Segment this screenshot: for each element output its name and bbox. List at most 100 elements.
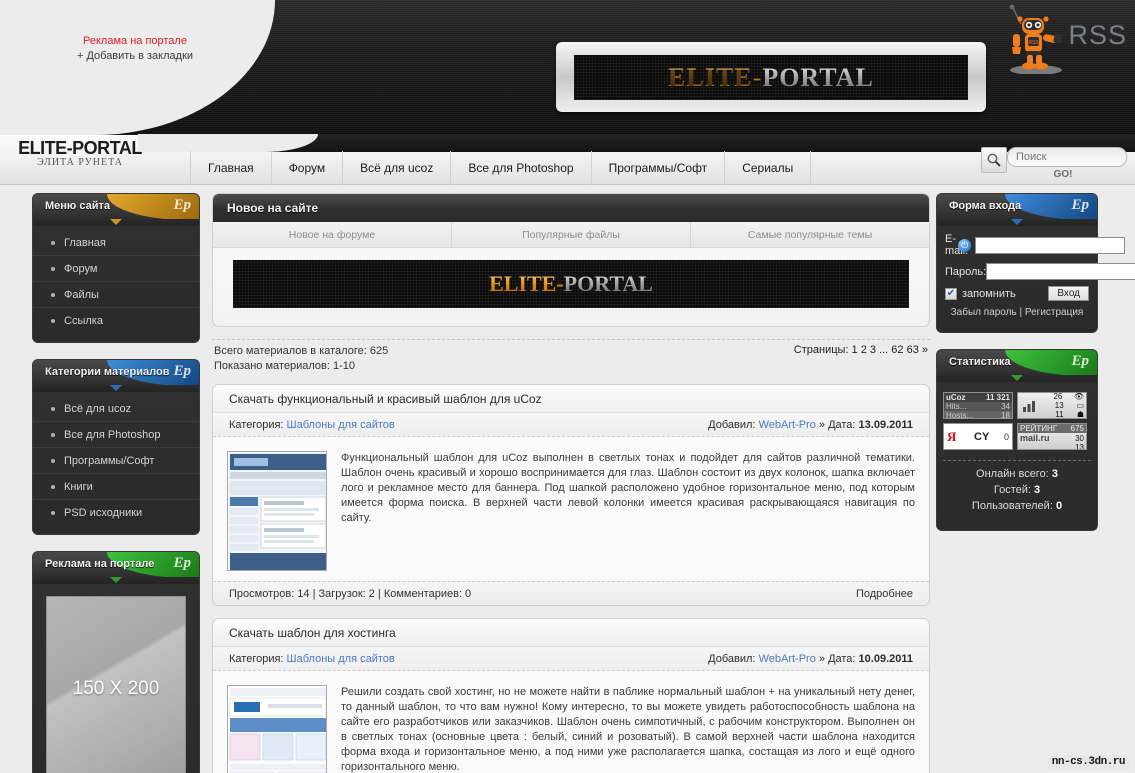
article-author-link[interactable]: WebArt-Pro xyxy=(759,653,816,665)
visits-counter[interactable]: 26 👁 13 ▭ 11 ☗ xyxy=(1017,392,1087,419)
tab-popular-topics[interactable]: Самые популярные темы xyxy=(691,222,929,247)
tab-popular-files[interactable]: Популярные файлы xyxy=(452,222,691,247)
search-area: GO! xyxy=(981,145,1127,181)
monitor-icon: ▭ xyxy=(1076,401,1084,410)
email-field[interactable] xyxy=(975,236,1126,254)
bullet-icon xyxy=(51,240,55,245)
site-logo[interactable]: ELITE-PORTAL ЭЛИТА РУНЕТА xyxy=(10,138,150,168)
ad-title: Реклама на портале xyxy=(45,558,155,570)
sidebar-item-all-ucoz[interactable]: Всё для ucoz xyxy=(33,396,199,422)
nav-item-photoshop[interactable]: Все для Photoshop xyxy=(451,151,592,185)
sidebar-item-label: Все для Photoshop xyxy=(64,428,161,441)
nav-item-forum[interactable]: Форум xyxy=(272,151,344,185)
mailru-title: РЕЙТИНГ xyxy=(1020,424,1058,433)
svg-text:RSS: RSS xyxy=(1028,40,1039,46)
rss-area[interactable]: RSS RSS xyxy=(999,2,1129,74)
catalog-summary: Всего материалов в каталоге: 625 Показан… xyxy=(212,339,930,384)
password-field[interactable] xyxy=(986,263,1135,280)
register-link[interactable]: Регистрация xyxy=(1025,307,1083,318)
remember-label: запомнить xyxy=(962,287,1016,300)
header-logo-elite: ELITE xyxy=(668,62,753,92)
search-input[interactable] xyxy=(1007,147,1127,167)
counters-grid: uCoz 11 321 Hits... 34 Hosts... 18 26 👁 … xyxy=(937,386,1097,456)
sidebar-item-books[interactable]: Книги xyxy=(33,474,199,500)
article-1: Скачать функциональный и красивый шаблон… xyxy=(212,384,930,606)
forgot-password-link[interactable]: Забыл пароль xyxy=(951,307,1017,318)
guests-row: Гостей: 3 xyxy=(937,482,1097,498)
login-header: Ep Форма входа xyxy=(936,193,1098,219)
article-date-label: » Дата: xyxy=(818,418,856,431)
sidebar-item-programs[interactable]: Программы/Софт xyxy=(33,448,199,474)
search-go-button[interactable]: GO! xyxy=(1039,167,1087,181)
arrow-down-icon xyxy=(1011,375,1023,381)
article-more-link[interactable]: Подробнее xyxy=(856,588,913,600)
person-icon: ☗ xyxy=(1076,410,1084,419)
remember-wrap[interactable]: ✔ запомнить xyxy=(945,287,1016,300)
article-category-link[interactable]: Шаблоны для сайтов xyxy=(287,653,395,665)
stats-block: Ep Статистика uCoz 11 321 Hits... 34 Hos… xyxy=(936,349,1098,531)
yandex-cy-counter[interactable]: Я CY 0 xyxy=(943,423,1013,450)
news-banner[interactable]: ELITE - PORTAL xyxy=(233,260,909,308)
bullet-icon xyxy=(51,266,55,271)
article-title[interactable]: Скачать шаблон для хостинга xyxy=(213,619,929,647)
left-sidebar: Ep Меню сайта Главная Форум Файлы Ссылка… xyxy=(32,193,200,773)
mailru-rating-counter[interactable]: РЕЙТИНГ 675 mail.ru 30 13 xyxy=(1017,423,1087,450)
login-button[interactable]: Вход xyxy=(1048,286,1089,301)
sidebar-item-all-photoshop[interactable]: Все для Photoshop xyxy=(33,422,199,448)
remember-checkbox[interactable]: ✔ xyxy=(945,287,957,300)
nav-item-ucoz[interactable]: Всё для ucoz xyxy=(343,151,452,185)
article-thumbnail[interactable] xyxy=(227,685,327,773)
sidebar-item-forum[interactable]: Форум xyxy=(33,256,199,282)
email-row: E-mail: ⏻ xyxy=(937,230,1126,260)
categories-header: Ep Категории материалов xyxy=(32,359,200,385)
nav-item-glavnaya[interactable]: Главная xyxy=(190,151,272,185)
article-title[interactable]: Скачать функциональный и красивый шаблон… xyxy=(213,385,929,413)
password-label: Пароль: xyxy=(945,265,987,278)
promo-links: Реклама на портале + Добавить в закладки xyxy=(10,34,260,64)
search-icon-box[interactable] xyxy=(981,147,1007,173)
sidebar-item-glavnaya[interactable]: Главная xyxy=(33,230,199,256)
yandex-cy-label: CY xyxy=(974,430,990,443)
sidebar-item-label: PSD исходники xyxy=(64,507,143,519)
mailru-v2: 30 xyxy=(1075,434,1084,443)
ucoz-hosts-value: 18 xyxy=(1001,411,1010,419)
visits-v2: 13 xyxy=(1054,401,1064,410)
bullet-icon xyxy=(51,458,55,463)
article-category-wrap: Категория: Шаблоны для сайтов xyxy=(229,419,395,431)
header-logo-plate[interactable]: ELITE - PORTAL xyxy=(574,55,968,100)
article-thumbnail[interactable] xyxy=(227,451,327,571)
categories-title: Категории материалов xyxy=(45,366,170,378)
nav-item-programs[interactable]: Программы/Софт xyxy=(592,151,726,185)
arrow-down-icon xyxy=(110,385,122,391)
stats-header: Ep Статистика xyxy=(936,349,1098,375)
sidebar-item-label: Главная xyxy=(64,236,106,249)
article-footer: Просмотров: 14 | Загрузок: 2 | Комментар… xyxy=(213,581,929,605)
ep-logo-icon: Ep xyxy=(173,197,191,213)
promo-ad-link[interactable]: Реклама на портале xyxy=(10,34,260,49)
magnifier-icon xyxy=(987,153,1001,167)
nav-item-serials[interactable]: Сериалы xyxy=(725,151,812,185)
stats-title: Статистика xyxy=(949,356,1011,368)
news-tabs: Новое на форуме Популярные файлы Самые п… xyxy=(213,222,929,248)
sidebar-item-files[interactable]: Файлы xyxy=(33,282,199,308)
online-stats: Онлайн всего: 3 Гостей: 3 Пользователей:… xyxy=(937,461,1097,522)
ad-placeholder[interactable]: 150 X 200 xyxy=(46,596,186,773)
ad-strip xyxy=(32,577,200,584)
sidebar-item-label: Файлы xyxy=(64,288,99,301)
sidebar-item-link[interactable]: Ссылка xyxy=(33,308,199,334)
tab-forum-new[interactable]: Новое на форуме xyxy=(213,222,452,247)
article-author-link[interactable]: WebArt-Pro xyxy=(759,419,816,431)
article-category-link[interactable]: Шаблоны для сайтов xyxy=(287,419,395,431)
online-total-label: Онлайн всего: xyxy=(976,468,1049,480)
add-bookmark-link[interactable]: + Добавить в закладки xyxy=(10,49,260,64)
bullet-icon xyxy=(51,292,55,297)
ucoz-counter[interactable]: uCoz 11 321 Hits... 34 Hosts... 18 xyxy=(943,392,1013,419)
shown-materials: Показано материалов: 1-10 xyxy=(214,360,355,372)
pagination[interactable]: Страницы: 1 2 3 ... 62 63 » xyxy=(794,344,928,356)
sidebar-item-psd[interactable]: PSD исходники xyxy=(33,500,199,526)
sidebar-item-label: Всё для ucoz xyxy=(64,402,132,415)
mailru-brand-icon: mail.ru xyxy=(1020,433,1050,443)
stats-strip xyxy=(936,375,1098,382)
sidebar-item-label: Ссылка xyxy=(64,315,103,327)
login-title: Форма входа xyxy=(949,200,1022,212)
